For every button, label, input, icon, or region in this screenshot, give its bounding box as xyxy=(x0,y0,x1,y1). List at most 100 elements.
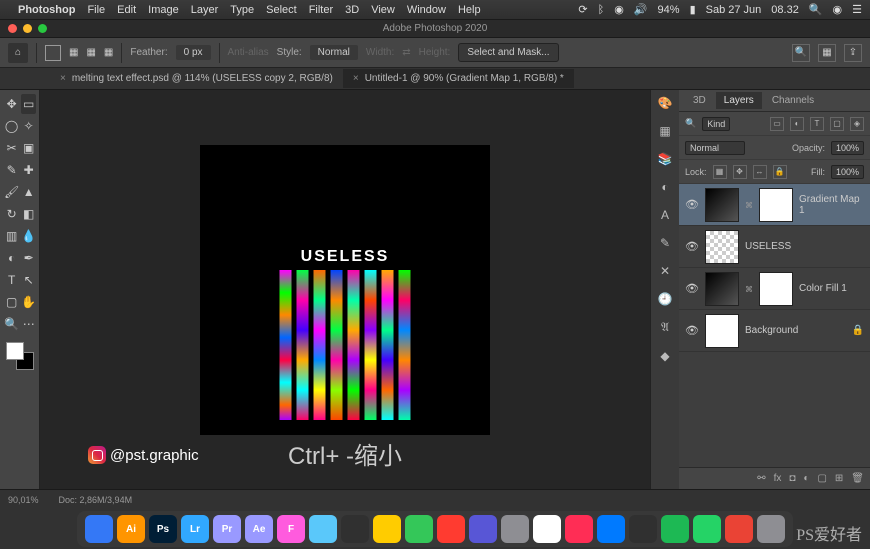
layer-name[interactable]: Gradient Map 1 xyxy=(799,194,864,216)
filter-pixel-icon[interactable]: ▭ xyxy=(770,117,784,131)
menu-filter[interactable]: Filter xyxy=(309,4,333,16)
healing-tool-icon[interactable]: ✚ xyxy=(21,160,36,180)
spotlight-icon[interactable]: 🔍 xyxy=(809,3,823,16)
eyedropper-tool-icon[interactable]: ✎ xyxy=(4,160,19,180)
battery-percent[interactable]: 94% xyxy=(658,4,680,16)
mask-link-icon[interactable]: ⌘ xyxy=(745,285,753,293)
marquee-tool-icon[interactable]: ▭ xyxy=(21,94,36,114)
home-button[interactable]: ⌂ xyxy=(8,43,28,63)
app-menu[interactable]: Photoshop xyxy=(18,4,75,16)
layer-thumbnail[interactable] xyxy=(705,314,739,348)
dock-app-icon[interactable]: Ae xyxy=(245,515,273,543)
dock-app-icon[interactable]: Ps xyxy=(149,515,177,543)
mask-link-icon[interactable]: ⌘ xyxy=(745,201,753,209)
menubar-time[interactable]: 08.32 xyxy=(771,4,799,16)
workspace-icon[interactable]: ▦ xyxy=(818,44,836,62)
style-select[interactable]: Normal xyxy=(310,45,358,60)
close-window-button[interactable] xyxy=(8,24,17,33)
menu-help[interactable]: Help xyxy=(458,4,481,16)
visibility-toggle-icon[interactable]: 👁 xyxy=(685,282,699,295)
character-panel-icon[interactable]: A xyxy=(661,208,669,222)
opacity-input[interactable]: 100% xyxy=(831,141,864,155)
dock-app-icon[interactable] xyxy=(629,515,657,543)
doc-size[interactable]: Doc: 2,86M/3,94M xyxy=(59,495,133,505)
dock-app-icon[interactable]: F xyxy=(277,515,305,543)
hand-tool-icon[interactable]: ✋ xyxy=(21,292,36,312)
lock-pixels-icon[interactable]: ▦ xyxy=(713,165,727,179)
canvas-area[interactable]: USELESS @pst.graphic Ctrl+ -缩小 xyxy=(40,90,650,489)
selection-mode-icon[interactable] xyxy=(45,45,61,61)
foreground-color-swatch[interactable] xyxy=(6,342,24,360)
dock-app-icon[interactable] xyxy=(565,515,593,543)
adjustment-layer-icon[interactable]: ◐ xyxy=(803,473,809,484)
new-selection-icon[interactable]: ▦ xyxy=(69,47,78,58)
lasso-tool-icon[interactable]: ◯ xyxy=(4,116,19,136)
link-layers-icon[interactable]: ⚯ xyxy=(757,473,765,484)
eraser-tool-icon[interactable]: ◧ xyxy=(21,204,36,224)
dock-app-icon[interactable] xyxy=(533,515,561,543)
tab-channels[interactable]: Channels xyxy=(764,92,822,109)
menubar-date[interactable]: Sab 27 Jun xyxy=(706,4,762,16)
crop-tool-icon[interactable]: ✂ xyxy=(4,138,19,158)
layer-mask-thumbnail[interactable] xyxy=(759,272,793,306)
menu-select[interactable]: Select xyxy=(266,4,297,16)
filter-smart-icon[interactable]: ◈ xyxy=(850,117,864,131)
dock-app-icon[interactable]: Pr xyxy=(213,515,241,543)
lock-position-icon[interactable]: ✥ xyxy=(733,165,747,179)
layer-row[interactable]: 👁 Background 🔒 xyxy=(679,310,870,352)
menu-file[interactable]: File xyxy=(87,4,105,16)
dock-app-icon[interactable] xyxy=(693,515,721,543)
pen-tool-icon[interactable]: ✒ xyxy=(21,248,36,268)
filter-shape-icon[interactable]: ▢ xyxy=(830,117,844,131)
blend-mode-select[interactable]: Normal xyxy=(685,141,745,155)
delete-layer-icon[interactable]: 🗑 xyxy=(851,473,864,484)
move-tool-icon[interactable]: ✥ xyxy=(4,94,19,114)
layer-name[interactable]: USELESS xyxy=(745,241,864,252)
edit-toolbar-icon[interactable]: ⋯ xyxy=(21,314,36,334)
tab-3d[interactable]: 3D xyxy=(685,92,714,109)
libraries-panel-icon[interactable]: 📚 xyxy=(658,152,673,166)
minimize-window-button[interactable] xyxy=(23,24,32,33)
blur-tool-icon[interactable]: 💧 xyxy=(21,226,36,246)
layer-mask-thumbnail[interactable] xyxy=(759,188,793,222)
swatches-panel-icon[interactable]: ▦ xyxy=(659,124,670,138)
tab-melting-text[interactable]: × melting text effect.psd @ 114% (USELES… xyxy=(50,69,343,88)
menu-image[interactable]: Image xyxy=(148,4,179,16)
layer-name[interactable]: Background xyxy=(745,325,846,336)
zoom-level[interactable]: 90,01% xyxy=(8,495,39,505)
close-tab-icon[interactable]: × xyxy=(353,73,359,84)
search-icon[interactable]: 🔍 xyxy=(792,44,810,62)
document-canvas[interactable]: USELESS xyxy=(200,145,490,435)
battery-icon[interactable]: ▮ xyxy=(690,3,696,16)
dock-app-icon[interactable] xyxy=(757,515,785,543)
dock-app-icon[interactable] xyxy=(309,515,337,543)
layer-row[interactable]: 👁 ⌘ Color Fill 1 xyxy=(679,268,870,310)
menu-layer[interactable]: Layer xyxy=(191,4,219,16)
dock-app-icon[interactable] xyxy=(469,515,497,543)
gradient-tool-icon[interactable]: ▥ xyxy=(4,226,19,246)
history-panel-icon[interactable]: 🕘 xyxy=(658,292,673,306)
new-layer-icon[interactable]: ⊞ xyxy=(835,473,843,484)
subtract-selection-icon[interactable]: ▦ xyxy=(104,47,113,58)
layer-row[interactable]: 👁 USELESS xyxy=(679,226,870,268)
tab-layers[interactable]: Layers xyxy=(716,92,762,109)
feather-input[interactable]: 0 px xyxy=(176,45,211,60)
layer-name[interactable]: Color Fill 1 xyxy=(799,283,864,294)
crossed-tools-icon[interactable]: ✕ xyxy=(660,264,670,278)
menu-3d[interactable]: 3D xyxy=(345,4,359,16)
layer-thumbnail[interactable] xyxy=(705,188,739,222)
pencil-panel-icon[interactable]: ✎ xyxy=(660,236,670,250)
color-swatches[interactable] xyxy=(4,340,36,370)
dock-app-icon[interactable] xyxy=(341,515,369,543)
dock-app-icon[interactable] xyxy=(437,515,465,543)
dock-app-icon[interactable] xyxy=(725,515,753,543)
layer-thumbnail[interactable] xyxy=(705,272,739,306)
wifi-icon[interactable]: ⟳ xyxy=(578,3,587,16)
visibility-toggle-icon[interactable]: 👁 xyxy=(685,198,699,211)
type-tool-icon[interactable]: T xyxy=(4,270,19,290)
filter-adjust-icon[interactable]: ◐ xyxy=(790,117,804,131)
volume-icon[interactable]: 🔊 xyxy=(634,3,648,16)
menu-edit[interactable]: Edit xyxy=(117,4,136,16)
menu-type[interactable]: Type xyxy=(230,4,254,16)
glyphs-panel-icon[interactable]: 𝔄 xyxy=(661,320,669,335)
